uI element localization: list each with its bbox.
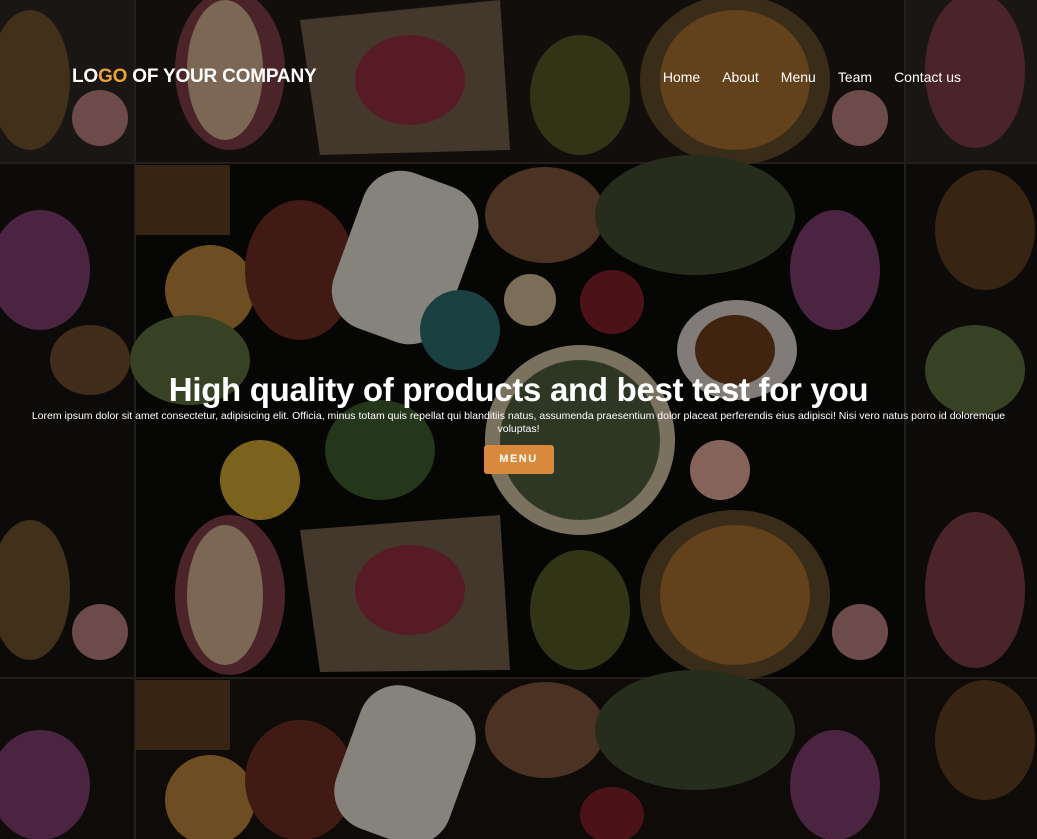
nav-link-home[interactable]: Home — [663, 69, 700, 85]
logo-text-start: LO — [72, 66, 98, 87]
logo-text-accent: GO — [98, 66, 128, 87]
page: LOGO OF YOUR COMPANY Home About Menu Tea… — [0, 0, 1037, 839]
main-nav: Home About Menu Team Contact us — [663, 69, 961, 85]
site-header: LOGO OF YOUR COMPANY Home About Menu Tea… — [0, 0, 1037, 155]
nav-link-about[interactable]: About — [722, 69, 759, 85]
hero-title: High quality of products and best test f… — [168, 371, 869, 408]
hero-description: Lorem ipsum dolor sit amet consectetur, … — [31, 410, 1006, 435]
nav-link-menu[interactable]: Menu — [781, 69, 816, 85]
nav-link-contact[interactable]: Contact us — [894, 69, 961, 85]
logo-text-end: OF YOUR COMPANY — [127, 66, 317, 87]
hero-section: High quality of products and best test f… — [0, 370, 1037, 474]
company-logo[interactable]: LOGO OF YOUR COMPANY — [72, 66, 317, 88]
menu-button[interactable]: MENU — [483, 445, 554, 474]
nav-link-team[interactable]: Team — [838, 69, 872, 85]
